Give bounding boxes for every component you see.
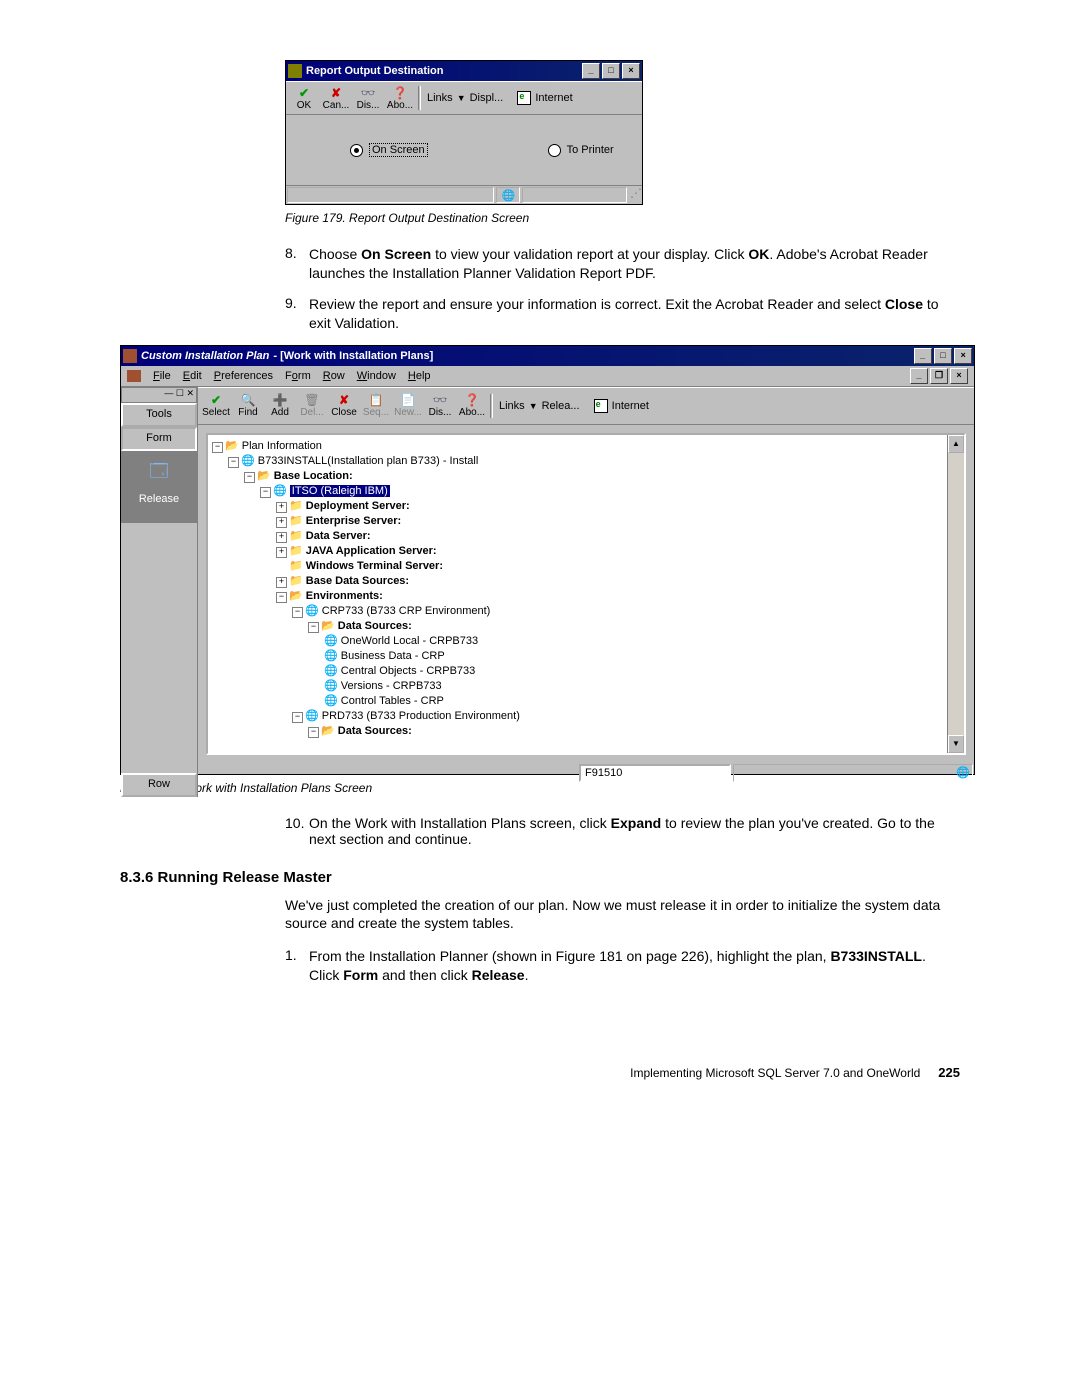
toolbar: ✔Select 🔍Find ➕Add 🗑Del... ✘Close 📋Seq..… [198, 387, 974, 425]
trash-icon: 🗑 [296, 393, 328, 407]
on-screen-radio[interactable]: On Screen [350, 143, 428, 157]
release-panel[interactable]: 🗔 Release [121, 451, 197, 523]
form-tab[interactable]: Form [121, 427, 197, 451]
menu-row[interactable]: Row [323, 370, 345, 382]
titlebar: Custom Installation Plan - [Work with In… [121, 346, 974, 366]
links-label: Links [427, 92, 453, 104]
internet-link[interactable]: Internet [612, 400, 649, 412]
displ-link[interactable]: Displ... [470, 92, 504, 104]
statusbar: F91510 🌐 [198, 763, 974, 783]
new-button[interactable]: 📄New... [392, 393, 424, 418]
window-title: Report Output Destination [306, 65, 444, 77]
resize-grip[interactable]: ⋰ [628, 186, 642, 204]
titlebar: Report Output Destination _ □ × [286, 61, 642, 81]
intro-paragraph: We've just completed the creation of our… [285, 896, 960, 934]
menubar: FFileile Edit Preferences Form Row Windo… [121, 366, 974, 387]
section-heading: 8.3.6 Running Release Master [120, 869, 960, 886]
tools-tab[interactable]: Tools [121, 403, 197, 427]
about-button[interactable]: ❓Abo... [456, 393, 488, 418]
world-icon: 🌐 [956, 766, 970, 779]
x-icon: ✘ [320, 86, 352, 100]
menu-window[interactable]: Window [357, 370, 396, 382]
seq-button[interactable]: 📋Seq... [360, 393, 392, 418]
menu-file[interactable]: FFileile [153, 370, 171, 382]
scroll-up-button[interactable]: ▲ [948, 435, 964, 453]
relea-link[interactable]: Relea... [542, 400, 580, 412]
step-10: 10. On the Work with Installation Plans … [285, 815, 960, 847]
internet-link[interactable]: Internet [535, 92, 572, 104]
mdi-restore-button[interactable]: ❐ [930, 368, 948, 384]
delete-button[interactable]: 🗑Del... [296, 393, 328, 418]
to-printer-radio[interactable]: To Printer [548, 143, 614, 157]
display-button[interactable]: 👓Dis... [352, 86, 384, 111]
menu-form[interactable]: Form [285, 370, 311, 382]
find-icon: 🔍 [232, 393, 264, 407]
check-icon: ✔ [200, 393, 232, 407]
scroll-down-button[interactable]: ▼ [948, 735, 964, 753]
close-button[interactable]: × [954, 348, 972, 364]
dropdown-icon[interactable]: ▼ [457, 93, 466, 103]
display-button[interactable]: 👓Dis... [424, 393, 456, 418]
internet-icon [517, 91, 531, 105]
minimize-button[interactable]: _ [582, 63, 600, 79]
links-label: Links [499, 400, 525, 412]
mdi-icon [127, 370, 141, 382]
page-footer: Implementing Microsoft SQL Server 7.0 an… [120, 1065, 960, 1080]
dropdown-icon[interactable]: ▼ [529, 401, 538, 411]
release-icon: 🗔 [121, 459, 197, 489]
select-button[interactable]: ✔Select [200, 393, 232, 418]
help-icon: ❓ [456, 393, 488, 407]
plus-icon: ➕ [264, 393, 296, 407]
side-header: — ☐ ✕ [121, 387, 197, 403]
maximize-button[interactable]: □ [934, 348, 952, 364]
close-button[interactable]: × [622, 63, 640, 79]
new-icon: 📄 [392, 393, 424, 407]
toolbar: ✔OK ✘Can... 👓Dis... ❓Abo... Links ▼ Disp… [286, 81, 642, 115]
add-button[interactable]: ➕Add [264, 393, 296, 418]
scrollbar[interactable]: ▲ ▼ [947, 435, 964, 753]
step-8: 8. Choose On Screen to view your validat… [285, 245, 960, 283]
side-panel: — ☐ ✕ Tools Form 🗔 Release Row [121, 387, 198, 797]
check-icon: ✔ [288, 86, 320, 100]
cancel-button[interactable]: ✘Can... [320, 86, 352, 111]
tree-view[interactable]: ▲ ▼ −📂 Plan Information −🌐 B733INSTALL(I… [206, 433, 966, 755]
app-icon [123, 349, 137, 363]
close-button[interactable]: ✘Close [328, 393, 360, 418]
mdi-close-button[interactable]: × [950, 368, 968, 384]
menu-help[interactable]: Help [408, 370, 431, 382]
help-icon: ❓ [384, 86, 416, 100]
ok-button[interactable]: ✔OK [288, 86, 320, 111]
radio-unselected-icon [548, 144, 561, 157]
selected-tree-node[interactable]: ITSO (Raleigh IBM) [290, 485, 390, 497]
report-output-destination-window: Report Output Destination _ □ × ✔OK ✘Can… [285, 60, 643, 205]
app-icon [288, 64, 302, 78]
row-tab[interactable]: Row [121, 773, 197, 797]
maximize-button[interactable]: □ [602, 63, 620, 79]
world-icon: 🌐 [496, 187, 520, 203]
internet-icon [594, 399, 608, 413]
about-button[interactable]: ❓Abo... [384, 86, 416, 111]
work-with-installation-plans-window: Custom Installation Plan - [Work with In… [120, 345, 975, 775]
seq-icon: 📋 [360, 393, 392, 407]
glasses-icon: 👓 [352, 86, 384, 100]
radio-selected-icon [350, 144, 363, 157]
menu-edit[interactable]: Edit [183, 370, 202, 382]
status-field: F91510 [579, 764, 731, 782]
find-button[interactable]: 🔍Find [232, 393, 264, 418]
figure-179-caption: Figure 179. Report Output Destination Sc… [285, 211, 960, 225]
mdi-minimize-button[interactable]: _ [910, 368, 928, 384]
step-release-1: 1. From the Installation Planner (shown … [285, 947, 960, 985]
step-9: 9. Review the report and ensure your inf… [285, 295, 960, 333]
x-icon: ✘ [328, 393, 360, 407]
statusbar: 🌐 ⋰ [286, 185, 642, 204]
glasses-icon: 👓 [424, 393, 456, 407]
minimize-button[interactable]: _ [914, 348, 932, 364]
page-number: 225 [938, 1065, 960, 1080]
menu-preferences[interactable]: Preferences [214, 370, 273, 382]
